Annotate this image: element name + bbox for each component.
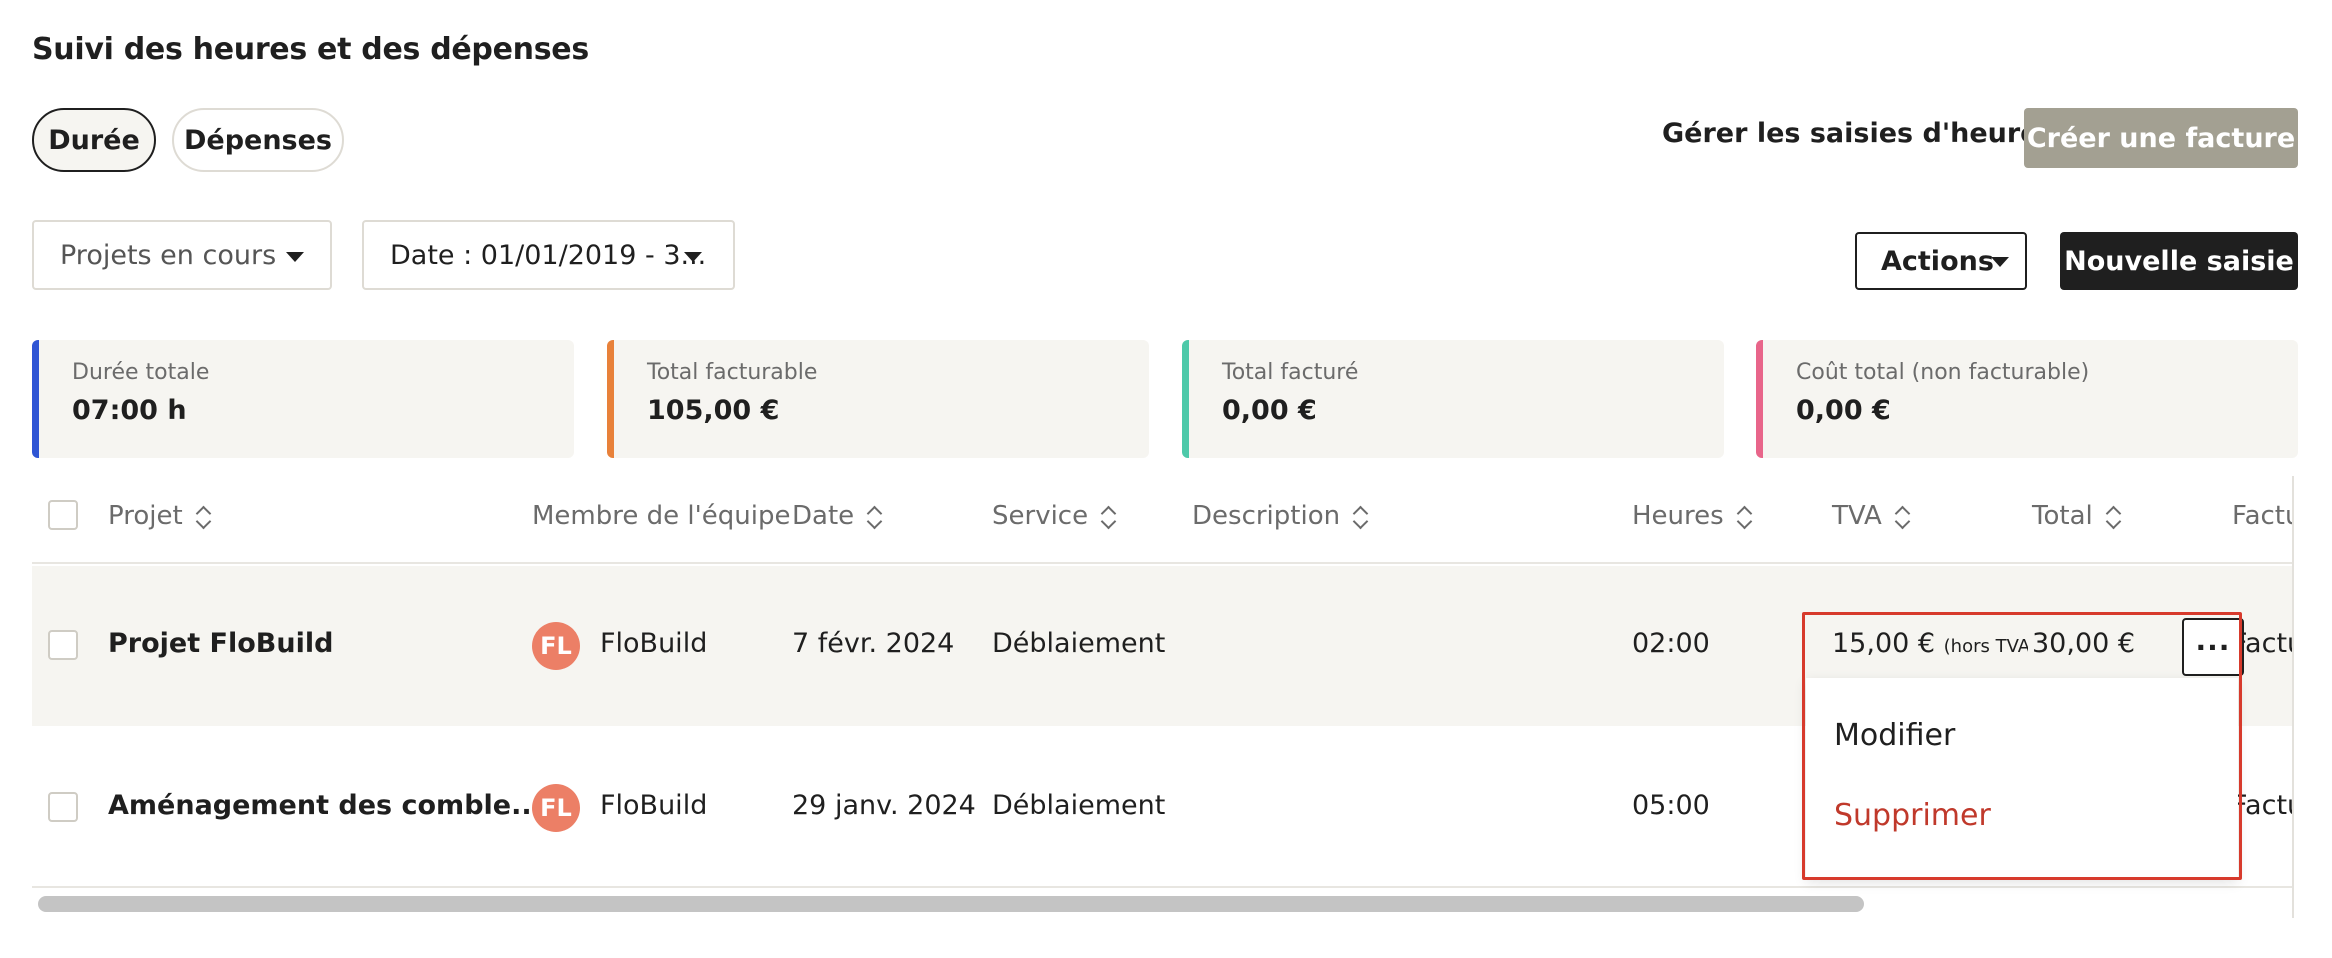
caret-down-icon xyxy=(1991,257,2009,267)
stat-card-total-cost: Coût total (non facturable) 0,00 € xyxy=(1756,340,2298,458)
date-filter-dropdown[interactable]: Date : 01/01/2019 - 3... xyxy=(362,220,735,290)
manage-time-entries-button[interactable]: Gérer les saisies d'heure xyxy=(1662,118,2038,149)
stat-label: Total facturé xyxy=(1222,360,1359,385)
row-actions-menu: Modifier Supprimer xyxy=(1806,678,2238,878)
sort-icon[interactable] xyxy=(197,504,211,530)
project-name[interactable]: Aménagement des comble... xyxy=(108,790,542,821)
sort-icon[interactable] xyxy=(868,504,882,530)
sort-icon[interactable] xyxy=(1896,504,1910,530)
hours-value: 02:00 xyxy=(1632,628,1710,659)
horizontal-scrollbar[interactable] xyxy=(38,896,1864,912)
member-name: FloBuild xyxy=(600,790,708,821)
stat-value: 0,00 € xyxy=(1796,395,1891,426)
stat-card-total-invoiced: Total facturé 0,00 € xyxy=(1182,340,1724,458)
row-checkbox[interactable] xyxy=(48,630,78,660)
create-invoice-button[interactable]: Créer une facture xyxy=(2024,108,2298,168)
row-more-options-button[interactable]: ··· xyxy=(2182,618,2244,676)
tva-value: 15,00 € (hors TVA xyxy=(1832,628,2028,659)
sort-icon[interactable] xyxy=(2107,504,2121,530)
column-header-service[interactable]: Service xyxy=(992,501,1116,531)
stat-accent-bar xyxy=(1182,340,1189,458)
sort-icon[interactable] xyxy=(1354,504,1368,530)
service-name: Déblaiement xyxy=(992,628,1166,659)
actions-label: Actions xyxy=(1881,245,1994,277)
stat-value: 0,00 € xyxy=(1222,395,1317,426)
stat-label: Durée totale xyxy=(72,360,210,385)
invoice-status: Factu xyxy=(2232,790,2292,821)
sort-icon[interactable] xyxy=(1102,504,1116,530)
entry-date: 7 févr. 2024 xyxy=(792,628,955,659)
page-title: Suivi des heures et des dépenses xyxy=(32,32,589,67)
stat-value: 105,00 € xyxy=(647,395,780,426)
sort-icon[interactable] xyxy=(1738,504,1752,530)
tab-duree[interactable]: Durée xyxy=(32,108,156,172)
select-all-checkbox[interactable] xyxy=(48,500,78,530)
column-header-facture[interactable]: Factu xyxy=(2232,501,2292,531)
project-name[interactable]: Projet FloBuild xyxy=(108,628,333,659)
tab-depenses[interactable]: Dépenses xyxy=(172,108,344,172)
caret-down-icon xyxy=(684,252,702,262)
column-header-projet[interactable]: Projet xyxy=(108,501,211,531)
stat-accent-bar xyxy=(1756,340,1763,458)
column-header-membre[interactable]: Membre de l'équipe xyxy=(532,501,808,531)
column-header-heures[interactable]: Heures xyxy=(1632,501,1752,531)
total-value: 30,00 € xyxy=(2032,628,2136,659)
avatar: FL xyxy=(532,622,580,670)
stat-label: Coût total (non facturable) xyxy=(1796,360,2090,385)
hours-value: 05:00 xyxy=(1632,790,1710,821)
projects-filter-dropdown[interactable]: Projets en cours xyxy=(32,220,332,290)
entry-date: 29 janv. 2024 xyxy=(792,790,976,821)
avatar: FL xyxy=(532,784,580,832)
column-header-total[interactable]: Total xyxy=(2032,501,2121,531)
service-name: Déblaiement xyxy=(992,790,1166,821)
stat-label: Total facturable xyxy=(647,360,818,385)
column-header-description[interactable]: Description xyxy=(1192,501,1368,531)
menu-item-modifier[interactable]: Modifier xyxy=(1834,718,1955,753)
stat-card-total-duration: Durée totale 07:00 h xyxy=(32,340,574,458)
new-entry-button[interactable]: Nouvelle saisie xyxy=(2060,232,2298,290)
stat-accent-bar xyxy=(32,340,39,458)
stat-accent-bar xyxy=(607,340,614,458)
actions-dropdown-button[interactable]: Actions xyxy=(1855,232,2027,290)
projects-filter-label: Projets en cours xyxy=(60,239,277,271)
stat-card-total-billable: Total facturable 105,00 € xyxy=(607,340,1149,458)
member-name: FloBuild xyxy=(600,628,708,659)
date-filter-label: Date : 01/01/2019 - 3... xyxy=(390,239,707,271)
column-header-tva[interactable]: TVA xyxy=(1832,501,1910,531)
menu-item-supprimer[interactable]: Supprimer xyxy=(1834,798,1991,833)
column-header-date[interactable]: Date xyxy=(792,501,882,531)
table-header: Projet Membre de l'équipe Date Service D… xyxy=(32,476,2292,564)
stat-value: 07:00 h xyxy=(72,395,187,426)
caret-down-icon xyxy=(286,252,304,262)
row-checkbox[interactable] xyxy=(48,792,78,822)
